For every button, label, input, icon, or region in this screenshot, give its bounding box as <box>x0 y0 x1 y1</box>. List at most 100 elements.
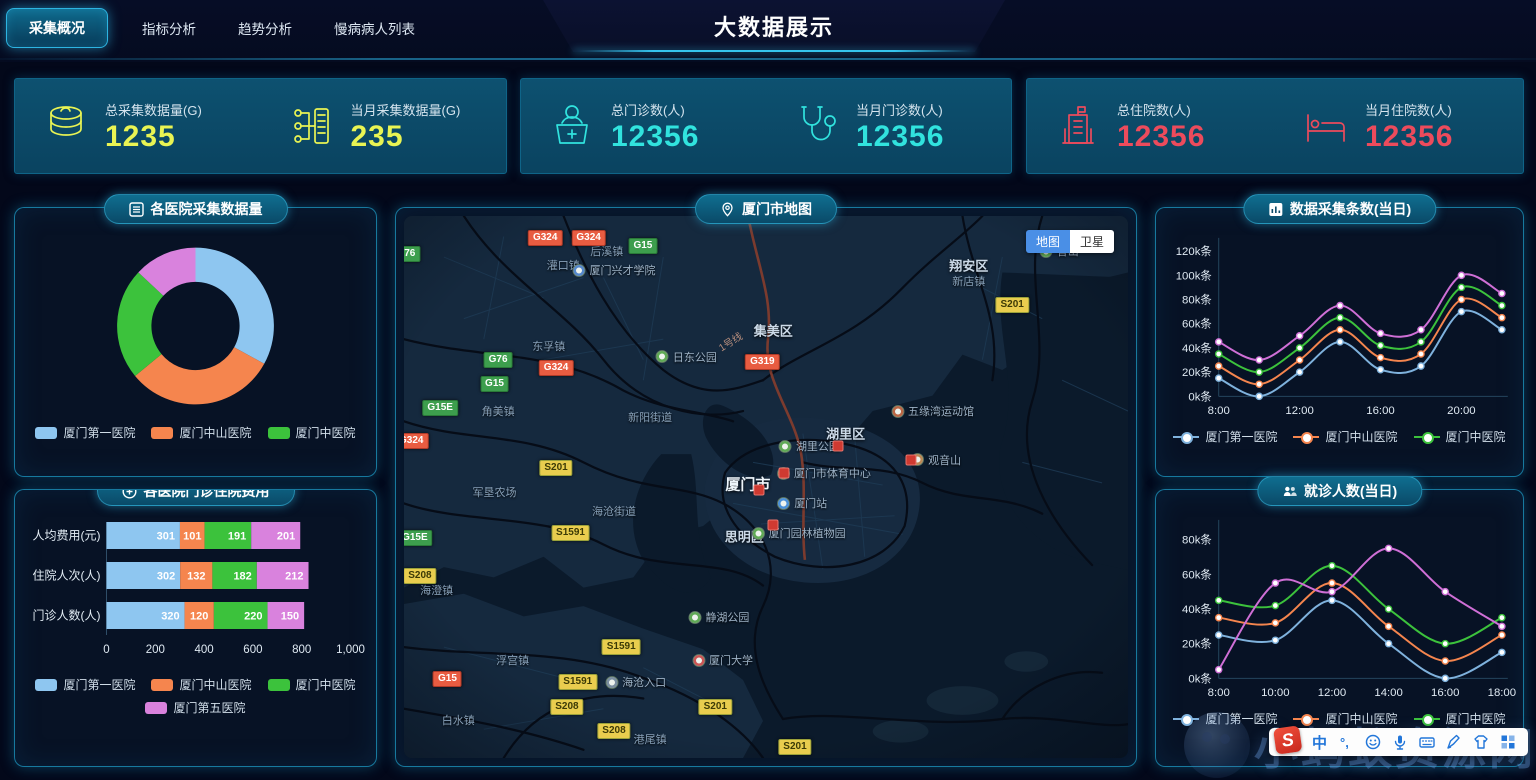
map-road-badge: G15 <box>480 376 509 392</box>
skin-icon[interactable] <box>1473 734 1489 750</box>
kpi-text: 总住院数(人)12356 <box>1117 100 1205 153</box>
map-poi-text: 日东公园 <box>673 349 717 365</box>
sogou-logo-icon[interactable]: S <box>1273 725 1302 754</box>
svg-text:150: 150 <box>281 611 299 623</box>
legend-item-厦门第一医院[interactable]: 厦门第一医院 <box>1173 710 1277 727</box>
map-poi-label: 厦门大学 <box>692 652 753 668</box>
svg-text:220: 220 <box>244 611 262 623</box>
legend-label: 厦门中医院 <box>1446 710 1506 727</box>
legend-item-厦门中山医院[interactable]: 厦门中山医院 <box>1293 710 1397 727</box>
legend-line-marker <box>1414 713 1440 725</box>
legend-label: 厦门第一医院 <box>63 676 135 693</box>
map-poi-icon <box>605 676 618 689</box>
map-town-label: 海沧街道 <box>592 503 636 519</box>
page-title: 大数据展示 <box>714 10 834 42</box>
panel-hospital-collect-share: 各医院采集数据量 厦门第一医院厦门中山医院厦门中医院 <box>14 207 377 477</box>
kpi-value: 12356 <box>611 121 699 153</box>
line-legend: 厦门第一医院厦门中山医院 厦门中医院 <box>1156 428 1523 445</box>
svg-text:20k条: 20k条 <box>1182 365 1212 379</box>
legend-item-厦门第五医院[interactable]: 厦门第五医院 <box>145 699 245 716</box>
kpi-value: 1235 <box>105 121 202 153</box>
legend-item-厦门中医院[interactable]: 厦门中医院 <box>268 424 356 441</box>
legend-item-厦门中医院[interactable]: 厦门中医院 <box>1414 710 1506 727</box>
legend-item-厦门中山医院[interactable]: 厦门中山医院 <box>1293 428 1397 445</box>
punctuation-icon[interactable]: °, <box>1338 734 1354 750</box>
kpi-card-outpatient: 总门诊数(人) 12356 当月门诊数(人)12356 <box>520 78 1012 174</box>
kpi-card-collect: 总采集数据量(G)1235当月采集数据量(G)235 <box>14 78 507 174</box>
map-poi-icon <box>779 440 792 453</box>
legend-label: 厦门中医院 <box>296 676 356 693</box>
satellite-mode-button[interactable]: 卫星 <box>1070 230 1114 253</box>
svg-text:200: 200 <box>146 644 165 656</box>
svg-text:0k条: 0k条 <box>1188 389 1211 403</box>
svg-text:80k条: 80k条 <box>1182 533 1212 547</box>
kpi-text: 当月住院数(人)12356 <box>1365 100 1453 153</box>
map-red-marker <box>905 454 916 465</box>
stethoscope-icon <box>794 103 840 149</box>
chinese-mode-icon[interactable]: 中 <box>1312 732 1327 753</box>
legend-item-厦门第一医院[interactable]: 厦门第一医院 <box>1173 428 1277 445</box>
legend-item-厦门第一医院[interactable]: 厦门第一医院 <box>35 424 135 441</box>
svg-text:16:00: 16:00 <box>1431 687 1459 699</box>
tab-指标分析[interactable]: 指标分析 <box>134 8 204 48</box>
map-viewport[interactable]: 后溪镇灌口镇东孚镇角美镇新阳街道军垦农场海沧街道海澄镇浮宫镇白水镇港尾镇新店镇1… <box>404 216 1128 758</box>
panel-collect-count: 数据采集条数(当日) 0k条20k条40k条60k条80k条100k条120k条… <box>1155 207 1524 477</box>
panel-header-collect-count: 数据采集条数(当日) <box>1243 194 1436 224</box>
voice-icon[interactable] <box>1392 734 1408 750</box>
panel-title: 数据采集条数(当日) <box>1290 199 1411 219</box>
map-poi-icon <box>656 350 669 363</box>
kpi-item: 总采集数据量(G)1235 <box>15 100 261 153</box>
legend-line-marker <box>1414 431 1440 443</box>
kpi-text: 当月门诊数(人)12356 <box>856 100 944 153</box>
kpi-label: 总门诊数(人) <box>611 100 699 119</box>
panel-title: 各医院采集数据量 <box>151 199 263 219</box>
kpi-label: 总住院数(人) <box>1117 100 1205 119</box>
bar-legend: 厦门第一医院 厦门中山医院 厦门中医院厦门第五医院 <box>15 676 376 716</box>
tab-采集概况[interactable]: 采集概况 <box>6 8 108 48</box>
ime-toolbar: S 中 °, <box>1269 728 1528 756</box>
legend-label: 厦门第一医院 <box>1205 428 1277 445</box>
map-road-badge: G324 <box>539 360 573 376</box>
legend-item-厦门第一医院[interactable]: 厦门第一医院 <box>35 676 135 693</box>
legend-item-厦门中医院[interactable]: 厦门中医院 <box>1414 428 1506 445</box>
hospital-bed-icon <box>1303 103 1349 149</box>
svg-text:212: 212 <box>285 571 303 583</box>
toolbox-icon[interactable] <box>1500 734 1516 750</box>
map-poi-text: 厦门兴才学院 <box>589 262 655 278</box>
page-title-banner: 大数据展示 <box>543 0 1005 52</box>
legend-item-厦门中医院[interactable]: 厦门中医院 <box>268 676 356 693</box>
svg-text:14:00: 14:00 <box>1374 687 1402 699</box>
map-poi-icon <box>688 611 701 624</box>
legend-label: 厦门中医院 <box>1446 428 1506 445</box>
map-mode-button[interactable]: 地图 <box>1026 230 1070 253</box>
legend-label: 厦门中山医院 <box>179 676 251 693</box>
emoji-icon[interactable] <box>1365 734 1381 750</box>
map-road-badge: S201 <box>539 460 572 476</box>
chart-icon <box>1268 202 1283 217</box>
map-poi-label: 海沧入口 <box>605 674 666 690</box>
svg-text:人均费用(元): 人均费用(元) <box>33 529 101 543</box>
svg-text:132: 132 <box>187 571 205 583</box>
handwriting-icon[interactable] <box>1446 734 1462 750</box>
svg-text:40k条: 40k条 <box>1182 341 1212 355</box>
panel-header-map: 厦门市地图 <box>695 194 837 224</box>
keyboard-icon[interactable] <box>1419 734 1435 750</box>
database-icon <box>43 103 89 149</box>
svg-text:320: 320 <box>161 611 179 623</box>
svg-text:100k条: 100k条 <box>1176 268 1212 282</box>
legend-item-厦门中山医院[interactable]: 厦门中山医院 <box>151 676 251 693</box>
map-poi-icon <box>891 405 904 418</box>
tab-趋势分析[interactable]: 趋势分析 <box>230 8 300 48</box>
map-layer-toggle: 地图 卫星 <box>1026 230 1114 253</box>
kpi-item: 总门诊数(人) 12356 <box>521 100 766 153</box>
legend-item-厦门中山医院[interactable]: 厦门中山医院 <box>151 424 251 441</box>
panel-header-fees: 各医院门诊住院费用 <box>97 489 295 506</box>
svg-text:8:00: 8:00 <box>1208 687 1230 699</box>
panel-title: 厦门市地图 <box>742 199 812 219</box>
tab-慢病病人列表[interactable]: 慢病病人列表 <box>326 8 423 48</box>
map-road-badge: 76 <box>404 246 420 262</box>
legend-swatch <box>35 427 57 439</box>
nav-tabs: 采集概况指标分析趋势分析慢病病人列表 <box>6 8 423 48</box>
map-road-badge: S201 <box>995 297 1028 313</box>
svg-text:°,: °, <box>1340 735 1349 750</box>
